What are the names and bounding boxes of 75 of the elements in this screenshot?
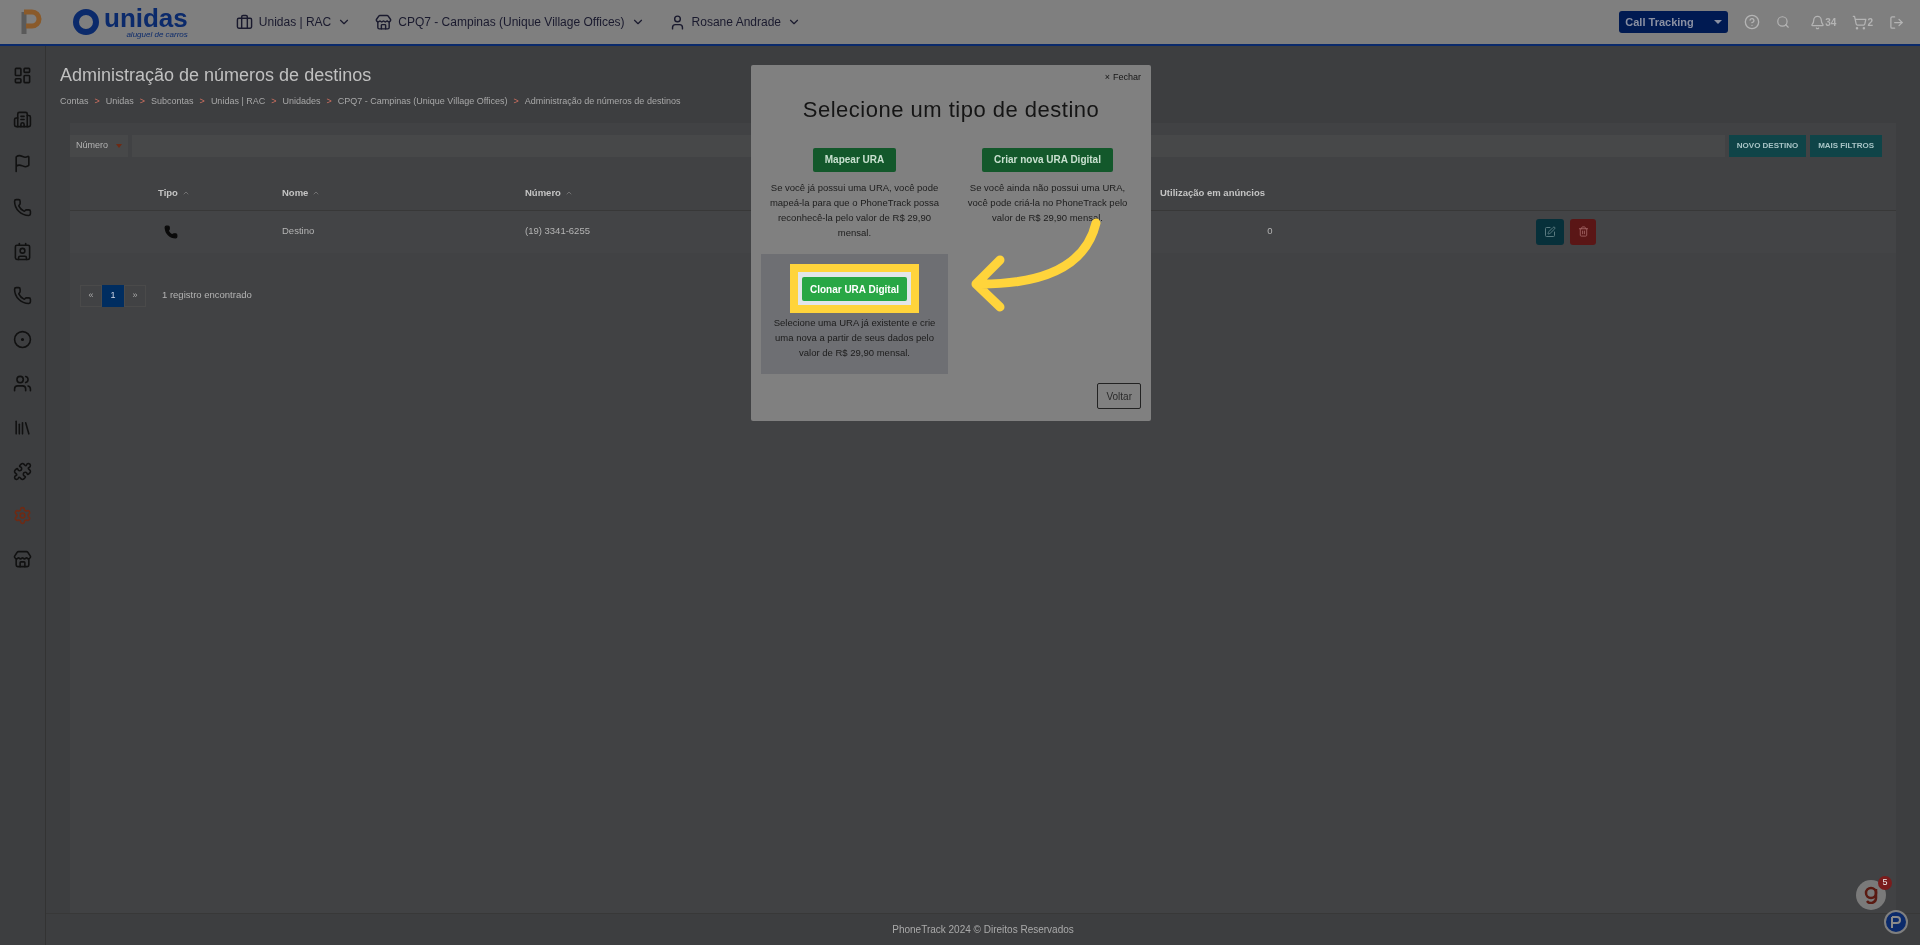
record-count: 1 registro encontrado bbox=[162, 288, 252, 303]
breadcrumb-link[interactable]: Unidas bbox=[105, 95, 134, 109]
puzzle-icon[interactable] bbox=[13, 462, 32, 481]
flag-icon[interactable] bbox=[13, 154, 32, 173]
edit-button[interactable] bbox=[1536, 218, 1564, 245]
breadcrumb-link[interactable]: Subcontas bbox=[151, 95, 194, 109]
breadcrumb-link[interactable]: CPQ7 - Campinas (Unique Village Offices) bbox=[337, 95, 508, 109]
table-cell: Destino bbox=[282, 225, 315, 237]
option-button[interactable]: Mapear URA bbox=[812, 147, 897, 172]
breadcrumb-link[interactable]: Unidades bbox=[282, 95, 321, 109]
widget-logo-icon bbox=[1864, 886, 1878, 904]
breadcrumb-separator: > bbox=[326, 95, 332, 108]
column-header[interactable]: Número bbox=[525, 185, 573, 201]
users-icon[interactable] bbox=[13, 374, 32, 393]
bell-icon bbox=[1810, 14, 1826, 30]
option-button[interactable]: Clonar URA Digital bbox=[801, 277, 908, 301]
store-icon[interactable] bbox=[13, 550, 32, 569]
brand-name: unidas bbox=[104, 5, 188, 31]
logout-icon[interactable] bbox=[1889, 14, 1904, 30]
library-icon[interactable] bbox=[13, 418, 32, 437]
target-icon[interactable] bbox=[13, 330, 32, 349]
pagination-next[interactable]: » bbox=[124, 284, 146, 307]
sort-icon bbox=[564, 189, 573, 197]
store-icon bbox=[375, 13, 393, 31]
contact-icon[interactable] bbox=[13, 242, 32, 261]
breadcrumb-separator: > bbox=[94, 95, 100, 108]
caret-icon bbox=[116, 143, 122, 148]
page-title: Administração de números de destinos bbox=[60, 64, 372, 87]
breadcrumb-separator: > bbox=[513, 95, 519, 108]
phone-icon[interactable] bbox=[13, 286, 32, 305]
close-button[interactable]: × Fechar bbox=[1104, 71, 1141, 85]
building-icon[interactable] bbox=[13, 110, 32, 129]
user-menu[interactable]: Rosane Andrade bbox=[668, 13, 801, 31]
settings-icon[interactable] bbox=[13, 506, 32, 525]
action-button[interactable]: MAIS FILTROS bbox=[1810, 134, 1882, 157]
edit-icon bbox=[1544, 225, 1556, 238]
option-description: Selecione uma URA já existente e crie uma nova a partir de seus dados pelo valor de R$ 29,90 mensal. bbox=[772, 316, 937, 360]
column-header[interactable]: Utilização em anúncios bbox=[1160, 185, 1266, 201]
pagination-page[interactable]: 1 bbox=[102, 284, 124, 307]
product-dropdown[interactable]: Call Tracking bbox=[1619, 11, 1729, 33]
account-selector[interactable]: Unidas | RAC bbox=[235, 13, 352, 31]
breadcrumb-separator: > bbox=[199, 95, 205, 108]
breadcrumb-separator: > bbox=[139, 95, 146, 108]
unit-selector[interactable]: CPQ7 - Campinas (Unique Village Offices) bbox=[375, 13, 645, 31]
option-description: Se você já possui uma URA, você pode mapeá-la para que o PhoneTrack possa reconhecê-la pelo valor de R$ 29,90 mensal. bbox=[768, 180, 941, 240]
brand-ring-icon bbox=[72, 8, 100, 36]
sort-icon bbox=[181, 189, 190, 197]
table-cell: 0 bbox=[1267, 224, 1273, 239]
cart-icon bbox=[1852, 14, 1868, 30]
filter-field-dropdown[interactable]: Número bbox=[70, 134, 128, 157]
option-description: Se você ainda não possui uma URA, você pode criá-la no PhoneTrack pelo valor de R$ 29,90 mensal. bbox=[966, 180, 1129, 225]
option-button[interactable]: Criar nova URA Digital bbox=[982, 147, 1113, 172]
breadcrumb-link[interactable]: Unidas | RAC bbox=[210, 95, 266, 109]
modal-title: Selecione um tipo de destino bbox=[801, 95, 1101, 124]
column-header[interactable]: Nome bbox=[282, 185, 321, 201]
breadcrumb-link[interactable]: Contas bbox=[60, 95, 89, 109]
footer-text: PhoneTrack 2024 © Direitos Reservados bbox=[892, 923, 1074, 937]
phone-icon bbox=[164, 224, 178, 239]
breadcrumb-separator: > bbox=[271, 95, 277, 108]
table-cell: (19) 3341-6255 bbox=[525, 225, 590, 237]
phone-icon[interactable] bbox=[13, 198, 32, 217]
caret-icon bbox=[1714, 20, 1723, 24]
column-header[interactable]: Tipo bbox=[158, 185, 190, 201]
logo-icon bbox=[20, 8, 44, 36]
briefcase-icon bbox=[235, 13, 253, 31]
brand-tagline: aluguel de carros bbox=[126, 31, 188, 39]
back-button[interactable]: Voltar bbox=[1097, 383, 1141, 409]
delete-button[interactable] bbox=[1570, 218, 1596, 245]
action-button[interactable]: NOVO DESTINO bbox=[1728, 134, 1807, 157]
help-icon[interactable] bbox=[1744, 14, 1761, 30]
pagination-prev[interactable]: « bbox=[80, 284, 102, 307]
search-icon[interactable] bbox=[1776, 15, 1791, 29]
dashboard-icon[interactable] bbox=[13, 66, 32, 85]
sort-icon bbox=[312, 189, 321, 197]
trash-icon bbox=[1577, 226, 1589, 237]
